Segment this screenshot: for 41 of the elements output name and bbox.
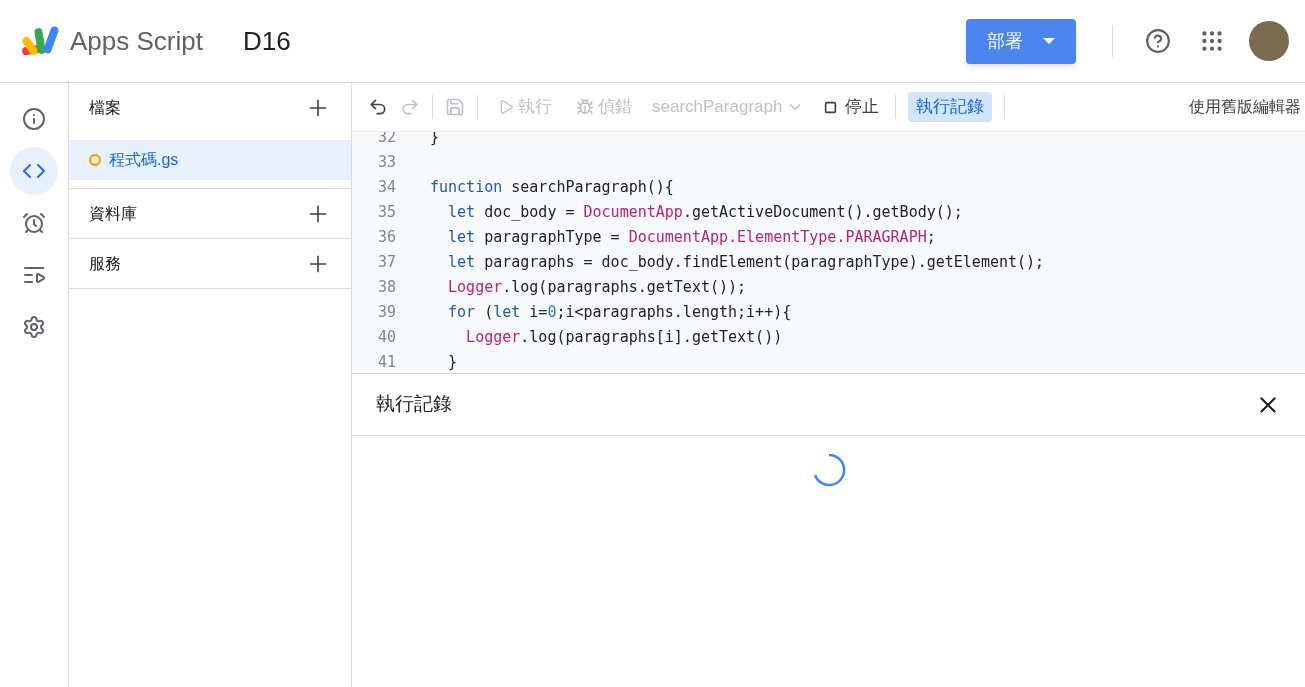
code-line: let doc_body = DocumentApp.getActiveDocument().getBody(); [447, 202, 963, 224]
code-line: let paragraphType = DocumentApp.ElementType.PARAGRAPH; [447, 227, 936, 249]
line-number: 36 [376, 227, 396, 249]
section-title: 資料庫 [89, 203, 137, 224]
code-line: function searchParagraph(){ [430, 177, 674, 199]
alarm-clock-icon [22, 211, 46, 235]
product-name: Apps Script [70, 24, 203, 58]
legacy-editor-link[interactable]: 使用舊版編輯器 [1189, 95, 1305, 119]
code-line: Logger.log(paragraphs.getText()); [447, 277, 747, 299]
apps-grid-icon[interactable] [1199, 28, 1225, 54]
stop-button[interactable]: 停止 [820, 94, 884, 120]
line-number: 32 [376, 132, 396, 149]
execution-log-toggle[interactable]: 執行記錄 [908, 92, 993, 122]
avatar[interactable] [1249, 21, 1289, 61]
section-title: 服務 [89, 253, 121, 274]
code-line: Logger.log(paragraphs[i].getText()) [465, 327, 783, 349]
line-number: 35 [376, 202, 396, 224]
section-title: 檔案 [89, 97, 121, 118]
info-icon [22, 107, 46, 131]
line-number: 34 [376, 177, 396, 199]
line-number: 39 [376, 302, 396, 324]
undo-icon[interactable] [368, 97, 388, 117]
bug-icon [576, 98, 594, 116]
line-number: 38 [376, 277, 396, 299]
code-line: } [447, 352, 458, 373]
code-nav-item[interactable] [10, 147, 58, 195]
play-icon [498, 99, 514, 115]
line-number: 41 [376, 352, 396, 373]
help-icon[interactable] [1145, 28, 1171, 54]
log-panel-title: 執行記錄 [376, 392, 452, 417]
project-title[interactable]: D16 [242, 21, 291, 61]
code-line: for (let i=0;i<paragraphs.length;i++){ [447, 302, 792, 324]
code-line: let paragraphs = doc_body.findElement(paragraphType).getElement(); [447, 252, 1045, 274]
file-item[interactable]: 程式碼.gs [69, 140, 351, 180]
stop-square-icon [824, 100, 838, 114]
settings-icon [22, 315, 46, 339]
caret-icon [1043, 38, 1055, 44]
line-number: 40 [376, 327, 396, 349]
deploy-button[interactable]: 部署 [966, 18, 1076, 64]
line-number: 33 [376, 152, 396, 174]
line-number: 37 [376, 252, 396, 274]
